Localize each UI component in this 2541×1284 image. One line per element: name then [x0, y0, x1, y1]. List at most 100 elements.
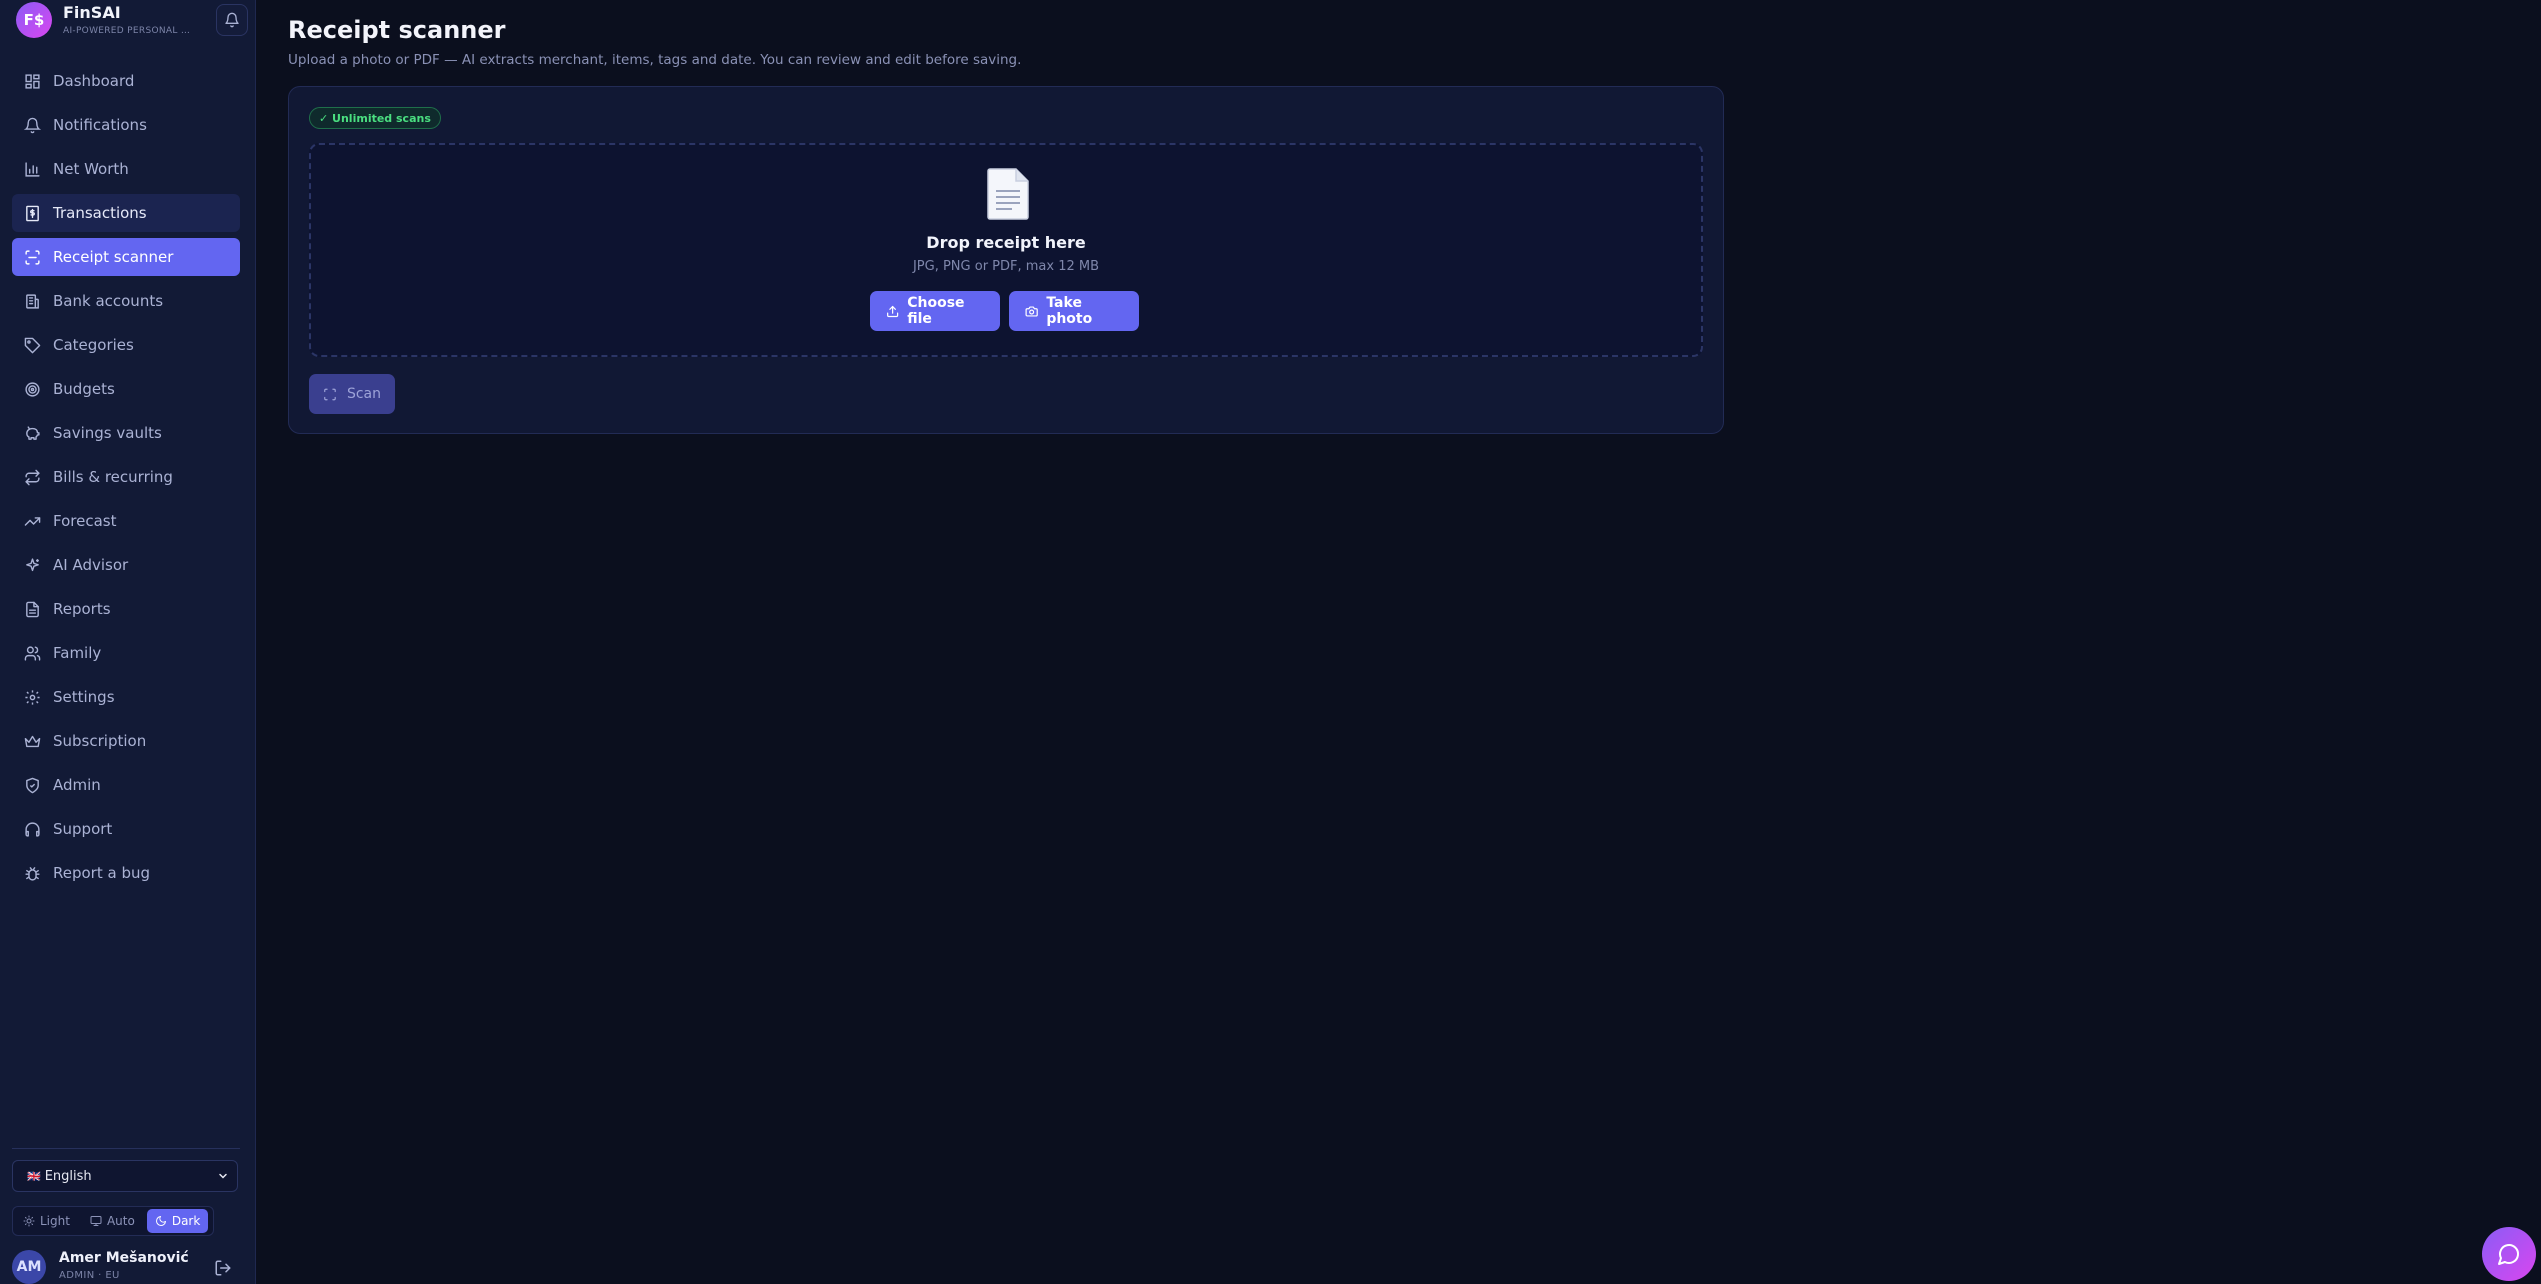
language-select[interactable]: 🇬🇧 English	[12, 1160, 238, 1192]
piggy-bank-icon	[26, 425, 40, 440]
choose-file-button[interactable]: Choose file	[870, 291, 1000, 331]
sidebar-item-label: Subscription	[53, 732, 147, 750]
users-icon	[24, 645, 41, 661]
scan-icon	[324, 388, 336, 400]
upload-icon	[887, 305, 899, 317]
theme-dark-button[interactable]: Dark	[146, 1209, 209, 1233]
moon-icon	[155, 1216, 166, 1226]
theme-auto-label: Auto	[106, 1214, 135, 1228]
dashboard-grid-icon	[25, 73, 40, 89]
page-title: Receipt scanner	[288, 16, 506, 44]
sidebar-item-label: Bank accounts	[53, 292, 164, 310]
logout-icon[interactable]	[214, 1259, 232, 1277]
sidebar-item-support[interactable]: Support	[12, 810, 240, 848]
theme-dark-label: Dark	[171, 1214, 201, 1228]
document-icon	[987, 168, 1029, 220]
sidebar-item-label: Bills & recurring	[53, 468, 173, 486]
tag-icon	[24, 337, 41, 353]
sidebar-item-admin[interactable]: Admin	[12, 766, 240, 804]
sidebar-item-family[interactable]: Family	[12, 634, 240, 672]
sidebar-item-net-worth[interactable]: Net Worth	[12, 150, 240, 188]
sidebar-divider	[12, 1148, 240, 1149]
brand-tagline: AI-POWERED PERSONAL FINANCE	[63, 26, 193, 36]
user-profile[interactable]: AM Amer Mešanović ADMIN · EU	[12, 1250, 240, 1284]
sidebar-item-label: Admin	[53, 776, 101, 794]
status-badge: ✓ Unlimited scans	[309, 107, 441, 129]
brand[interactable]: F$ FinSAI AI-POWERED PERSONAL FINANCE	[16, 2, 248, 38]
sidebar-item-report-bug[interactable]: Report a bug	[12, 854, 240, 892]
scan-icon	[25, 249, 40, 265]
sidebar-item-notifications[interactable]: Notifications	[12, 106, 240, 144]
bell-icon	[24, 117, 41, 133]
sidebar-item-label: Categories	[53, 336, 134, 354]
sidebar-item-budgets[interactable]: Budgets	[12, 370, 240, 408]
brand-name: FinSAI	[63, 3, 121, 22]
trending-up-icon	[24, 516, 41, 526]
sidebar-item-forecast[interactable]: Forecast	[12, 502, 240, 540]
sidebar-item-label: AI Advisor	[53, 556, 129, 574]
flag-icon: 🇬🇧	[27, 1169, 41, 1183]
sidebar-item-label: Budgets	[53, 380, 115, 398]
language-value: English	[44, 1168, 92, 1184]
avatar: AM	[12, 1250, 46, 1284]
scan-label: Scan	[346, 386, 381, 402]
dropzone-hint: JPG, PNG or PDF, max 12 MB	[912, 259, 1100, 274]
theme-light-label: Light	[40, 1214, 70, 1228]
user-role: ADMIN · EU	[59, 1270, 120, 1281]
theme-light-button[interactable]: Light	[15, 1209, 78, 1233]
notifications-button[interactable]	[216, 4, 248, 36]
theme-auto-button[interactable]: Auto	[82, 1209, 143, 1233]
shield-icon	[26, 777, 39, 793]
sidebar-item-label: Settings	[53, 688, 115, 706]
sidebar-nav: Dashboard Notifications Net Worth Transa…	[12, 62, 240, 898]
monitor-icon	[90, 1216, 102, 1226]
chevron-down-icon	[219, 1173, 227, 1179]
receipt-upload-card: ✓ Unlimited scans Drop receipt here JPG,…	[288, 86, 1724, 434]
sidebar-item-label: Savings vaults	[53, 424, 162, 442]
sidebar-item-label: Net Worth	[53, 160, 129, 178]
choose-file-label: Choose file	[907, 295, 965, 327]
scan-button[interactable]: Scan	[309, 374, 395, 414]
sidebar-item-bank-accounts[interactable]: Bank accounts	[12, 282, 240, 320]
sidebar-item-subscription[interactable]: Subscription	[12, 722, 240, 760]
sidebar-item-label: Notifications	[53, 116, 147, 134]
dropzone-title: Drop receipt here	[926, 233, 1086, 252]
sidebar-item-label: Reports	[53, 600, 111, 618]
bell-icon	[225, 12, 239, 28]
sidebar-item-ai-advisor[interactable]: AI Advisor	[12, 546, 240, 584]
sidebar-item-dashboard[interactable]: Dashboard	[12, 62, 240, 100]
sidebar-item-categories[interactable]: Categories	[12, 326, 240, 364]
brand-logo: F$	[16, 2, 52, 38]
user-name: Amer Mešanović	[59, 1250, 189, 1266]
crown-icon	[24, 735, 41, 747]
take-photo-button[interactable]: Take photo	[1009, 291, 1139, 331]
theme-switcher: Light Auto Dark	[12, 1206, 214, 1236]
gear-icon	[25, 689, 40, 705]
chat-button[interactable]	[2482, 1227, 2536, 1281]
sidebar-item-label: Dashboard	[53, 72, 135, 90]
bar-chart-icon	[25, 161, 40, 177]
sun-icon	[23, 1215, 35, 1227]
receipt-dropzone[interactable]: Drop receipt here JPG, PNG or PDF, max 1…	[309, 143, 1703, 357]
sidebar-item-bills-recurring[interactable]: Bills & recurring	[12, 458, 240, 496]
sidebar-item-label: Report a bug	[53, 864, 151, 882]
sidebar-item-settings[interactable]: Settings	[12, 678, 240, 716]
headphones-icon	[25, 821, 40, 837]
bug-icon	[25, 866, 40, 881]
sidebar: F$ FinSAI AI-POWERED PERSONAL FINANCE Da…	[0, 0, 256, 1284]
sidebar-item-label: Transactions	[53, 204, 147, 222]
sidebar-item-label: Forecast	[53, 512, 117, 530]
camera-icon	[1025, 305, 1038, 317]
chat-bubble-icon	[2498, 1244, 2519, 1265]
sidebar-item-savings-vaults[interactable]: Savings vaults	[12, 414, 240, 452]
sparkles-icon	[26, 557, 39, 571]
repeat-icon	[25, 469, 40, 485]
page-subtitle: Upload a photo or PDF — AI extracts merc…	[288, 52, 1022, 68]
sidebar-item-label: Family	[53, 644, 102, 662]
sidebar-item-reports[interactable]: Reports	[12, 590, 240, 628]
sidebar-item-receipt-scanner[interactable]: Receipt scanner	[12, 238, 240, 276]
sidebar-item-transactions[interactable]: Transactions	[12, 194, 240, 232]
bank-icon	[26, 293, 39, 309]
file-text-icon	[26, 601, 39, 617]
take-photo-label: Take photo	[1046, 295, 1093, 327]
